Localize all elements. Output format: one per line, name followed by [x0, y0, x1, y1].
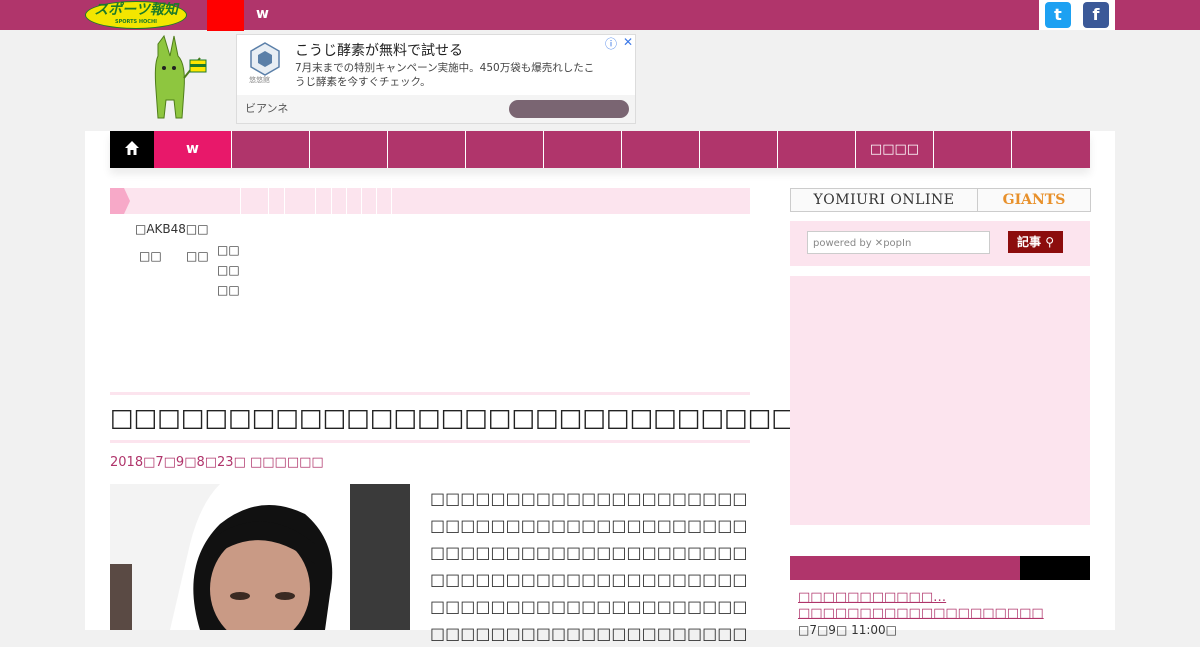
divider [110, 392, 750, 395]
ranking-item[interactable]: □□□□□□□□□□□…□□□□□□□□□□□□□□□□□□□□ □7□9□ 1… [798, 590, 1088, 639]
ranking-header-tab[interactable] [1020, 556, 1090, 580]
logo-main-text: スポーツ報知 [94, 2, 178, 18]
nav-item[interactable] [544, 131, 622, 168]
top-nav-link[interactable]: w [256, 6, 269, 22]
ad-source: ビアンネ [245, 102, 289, 115]
red-block [207, 0, 244, 31]
nav-item[interactable] [388, 131, 466, 168]
search-panel: powered by ✕popIn 記事 ⚲ [790, 221, 1090, 266]
site-logo[interactable]: スポーツ報知 SPORTS HOCHI [85, 1, 187, 29]
article-title: □□□□□□□□□□□□□□□□□□□□□□□□□□□□□□□□□ [110, 403, 890, 432]
search-button[interactable]: 記事 ⚲ [1008, 231, 1063, 253]
article-paragraph: □□□□□□□□□□□□□□□□□□□□□□□□□□□□□□□□□□□□□□□ [430, 489, 748, 508]
ad-brand: 悠悠館 [249, 76, 270, 84]
subcategory-link[interactable]: □□ [217, 280, 240, 300]
nav-item[interactable] [622, 131, 700, 168]
ranking-item-title[interactable]: □□□□□□□□□□□…□□□□□□□□□□□□□□□□□□□□ [798, 590, 1044, 621]
ad-banner[interactable]: 悠悠館 こうじ酵素が無料で試せる 7月末までの特別キャンペーン実施中。450万袋… [236, 34, 636, 124]
facebook-icon[interactable]: f [1083, 2, 1109, 28]
ad-close-icon[interactable]: ✕ [623, 35, 633, 49]
article-paragraph: □□□□□□□□□□□□□□□□□□□□□□□□□□□□□□□□□□□□□□□ [430, 516, 748, 535]
subcategory-link[interactable]: □□ [139, 246, 162, 266]
partner-banner: YOMIURI ONLINE GIANTS [790, 188, 1091, 212]
article-paragraph: □□□□□□□□□□□□□□□□□□□□□□□□□□□□□□□□□□□□□□□ [430, 597, 748, 616]
nav-item[interactable] [778, 131, 856, 168]
ad-footer: ビアンネ [237, 95, 635, 123]
subcategory-link[interactable]: □□ [217, 260, 240, 280]
divider [110, 440, 750, 443]
nav-item[interactable]: □□□□ [856, 131, 934, 168]
ad-title[interactable]: こうじ酵素が無料で試せる [295, 40, 463, 60]
article-photo[interactable] [110, 484, 410, 630]
subcategory-link[interactable]: □□ [217, 240, 240, 260]
brand-logo-icon [250, 42, 280, 76]
mascot-image [154, 34, 207, 119]
nav-item[interactable] [310, 131, 388, 168]
nav-item-active[interactable]: w [154, 131, 232, 168]
nav-item[interactable] [466, 131, 544, 168]
nav-home[interactable] [110, 131, 154, 168]
subcategory-link[interactable]: □□ [186, 246, 209, 266]
nav-item[interactable] [232, 131, 310, 168]
ranking-header [790, 556, 1090, 580]
nav-item[interactable] [1012, 131, 1090, 168]
ad-info-icon[interactable]: ⓘ [605, 35, 617, 52]
article-paragraph: □□□□□□□□□□□□□□□□□□□□□□□□□□□□□□□□□□□□□□□ [430, 543, 748, 562]
article-paragraph: □□□□□□□□□□□□□□□□□□□□□□□□□□□□□□□□□□□□□□□ [430, 624, 748, 643]
subcategory-link[interactable]: □AKB48□□ [135, 219, 209, 239]
sidebar-ad[interactable] [790, 276, 1090, 525]
breadcrumb-marker [110, 188, 124, 214]
twitter-icon[interactable]: t [1045, 2, 1071, 28]
ad-description: 7月末までの特別キャンペーン実施中。450万袋も爆売れしたこうじ酵素を今すぐチェ… [295, 62, 595, 88]
giants-link[interactable]: GIANTS [978, 189, 1090, 211]
breadcrumb [110, 188, 750, 214]
article-paragraph: □□□□□□□□□□□□□□□□□□□□□□□□□□□□□□□□□□□□□□□ [430, 570, 748, 589]
nav-item[interactable] [934, 131, 1012, 168]
yomiuri-link[interactable]: YOMIURI ONLINE [791, 189, 978, 211]
nav-item[interactable] [700, 131, 778, 168]
home-icon [125, 141, 139, 155]
search-input[interactable]: powered by ✕popIn [807, 231, 990, 254]
ranking-item-time: □7□9□ 11:00□ [798, 623, 898, 637]
article-date: 2018□7□9□8□23□ □□□□□□ [110, 455, 324, 470]
main-nav: w □□□□ [110, 131, 1090, 168]
ad-cta-button[interactable] [509, 100, 629, 118]
article-body: □□□□□□□□□□□□□□□□□□□□□ □□□□□□□□□□□□□□□□□□ … [430, 485, 748, 647]
logo-sub-text: SPORTS HOCHI [114, 19, 158, 25]
